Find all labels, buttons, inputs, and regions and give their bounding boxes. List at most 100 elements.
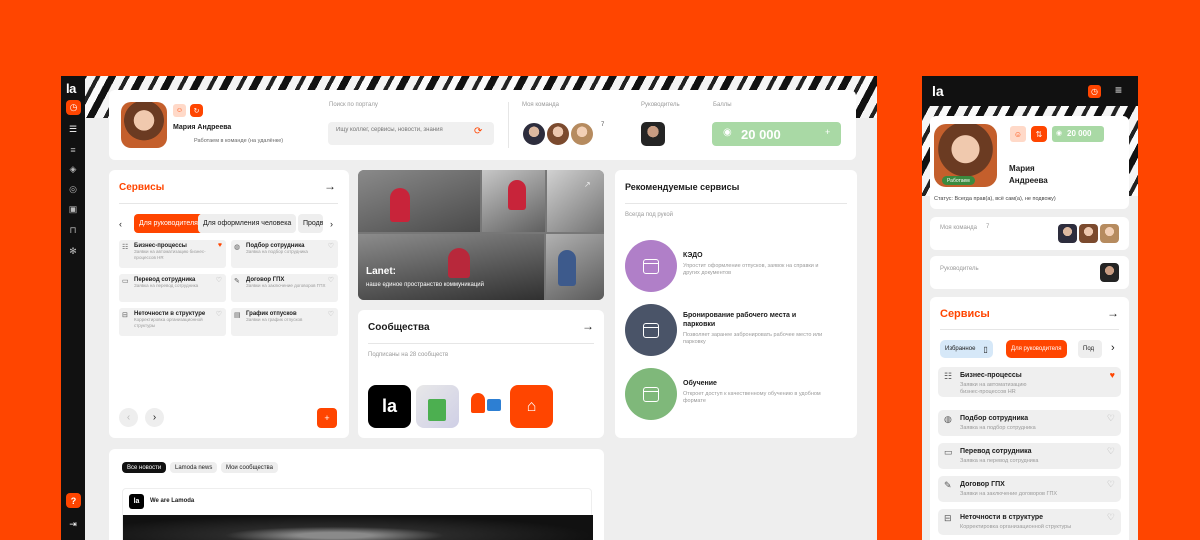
community-illustration-logo[interactable]	[463, 385, 506, 428]
tabs-prev-icon[interactable]: ‹	[119, 219, 122, 229]
learning-calendar-icon[interactable]	[625, 368, 677, 420]
profile-link-icon[interactable]: ↻	[190, 104, 203, 117]
banner-photo-1	[358, 170, 480, 232]
mobile-tab-favorites[interactable]: Избранное ▯	[940, 340, 993, 358]
favorite-outline-icon[interactable]: ♡	[1107, 479, 1115, 490]
lock-icon[interactable]: ⊓	[67, 224, 79, 236]
settings-icon[interactable]: ✻	[67, 245, 79, 257]
page-prev-icon[interactable]: ‹	[119, 408, 138, 427]
communities-arrow-icon[interactable]: →	[582, 319, 594, 333]
favorite-heart-icon[interactable]: ♥	[218, 242, 222, 249]
communities-subtitle: Подписаны на 28 сообществ	[368, 352, 449, 358]
profile-status[interactable]: Работаем в команде (на удалёнке)	[194, 138, 283, 144]
community-home-logo[interactable]: ⌂	[510, 385, 553, 428]
mobile-team-avatar[interactable]	[1079, 224, 1098, 243]
logo[interactable]: la	[66, 81, 76, 96]
mobile-service-row[interactable]: ⊟ ♡ Неточности в структуре Корректировка…	[938, 509, 1121, 535]
add-service-button[interactable]: +	[317, 408, 337, 428]
mobile-services-arrow-icon[interactable]: →	[1107, 306, 1119, 320]
favorite-outline-icon[interactable]: ♡	[328, 242, 334, 250]
mobile-manager-avatar[interactable]	[1100, 263, 1119, 282]
team-avatar-3[interactable]	[569, 121, 595, 147]
favorite-outline-icon[interactable]: ♡	[216, 310, 222, 318]
balance-label: Баллы	[713, 102, 732, 108]
search-input[interactable]	[336, 127, 466, 133]
manager-avatar[interactable]	[641, 122, 665, 146]
team-avatar-1[interactable]	[521, 121, 547, 147]
box-icon[interactable]: ▣	[67, 203, 79, 215]
mobile-tab-manager[interactable]: Для руководителя	[1006, 340, 1067, 358]
community-art-logo[interactable]	[416, 385, 459, 428]
mobile-logo[interactable]: la	[932, 83, 944, 99]
rec-title[interactable]: Обучение	[683, 380, 717, 387]
profile-user-icon[interactable]: ☺	[173, 104, 186, 117]
author-name[interactable]: We are Lamoda	[150, 498, 194, 504]
mobile-service-row[interactable]: ✎ ♡ Договор ГПХ Заявки на заключение дог…	[938, 476, 1121, 502]
mobile-balance-button[interactable]: ◉ 20 000	[1052, 126, 1104, 142]
search-icon[interactable]: ⟳	[474, 126, 482, 137]
tab-all-news[interactable]: Все новости	[122, 462, 167, 473]
mobile-service-row[interactable]: ☷ ♥ Бизнес-процессы Заявки на автоматиза…	[938, 367, 1121, 397]
mobile-service-desc: Корректировка организационной структуры	[960, 524, 1072, 530]
mobile-avatar[interactable]: Работаем	[934, 124, 997, 187]
mobile-manager-card[interactable]: Руководитель	[930, 256, 1129, 289]
favorite-outline-icon[interactable]: ♡	[1107, 446, 1115, 457]
menu-list-icon[interactable]: ☰	[67, 123, 79, 135]
mobile-team-card[interactable]: Моя команда 7	[930, 217, 1129, 250]
expand-icon[interactable]: ↗	[584, 180, 591, 189]
service-tile[interactable]: ⊟ ♡ Неточности в структуре Корректировка…	[119, 308, 226, 336]
favorite-outline-icon[interactable]: ♡	[328, 310, 334, 318]
mobile-service-row[interactable]: ◍ ♡ Подбор сотрудника Заявка на подбор с…	[938, 410, 1121, 436]
page-next-icon[interactable]: ›	[145, 408, 164, 427]
service-tile[interactable]: ✎ ♡ Договор ГПХ Заявки на заключение дог…	[231, 274, 338, 302]
tab-for-manager[interactable]: Для руководителя	[134, 214, 203, 233]
favorite-outline-icon[interactable]: ♡	[328, 276, 334, 284]
rec-desc: Откроет доступ к качественному обучению …	[683, 391, 821, 404]
service-tile[interactable]: ☷ ♥ Бизнес-процессы Заявки на автоматиза…	[119, 240, 226, 268]
help-icon[interactable]: ?	[66, 493, 81, 508]
database-icon[interactable]: ≡	[67, 144, 79, 156]
tabs-next-icon[interactable]: ›	[330, 219, 333, 229]
rec-title[interactable]: КЭДО	[683, 252, 823, 259]
tab-my-communities[interactable]: Мои сообщества	[221, 462, 279, 473]
mobile-home-icon[interactable]: ◷	[1088, 85, 1101, 98]
mobile-status[interactable]: Статус: Всегда прав(а), всё сам(а), не п…	[934, 196, 1056, 202]
booking-calendar-icon[interactable]	[625, 304, 677, 356]
layers-icon[interactable]: ◈	[67, 163, 79, 175]
mobile-user-icon[interactable]: ☺	[1010, 126, 1026, 142]
sidebar-home-icon[interactable]: ◷	[66, 100, 81, 115]
tab-lamoda-news[interactable]: Lamoda news	[170, 462, 218, 473]
avatar[interactable]	[121, 102, 167, 148]
mobile-team-avatar[interactable]	[1058, 224, 1077, 243]
mobile-tabs-next-icon[interactable]: ›	[1111, 342, 1115, 354]
rec-title[interactable]: Бронирование рабочего места и парковки	[683, 311, 823, 329]
divider	[625, 203, 847, 204]
mobile-service-row[interactable]: ▭ ♡ Перевод сотрудника Заявка на перевод…	[938, 443, 1121, 469]
team-avatars[interactable]: 7	[521, 121, 611, 147]
search-field[interactable]: ⟳	[328, 122, 494, 145]
favorite-outline-icon[interactable]: ♡	[1107, 512, 1115, 523]
mobile-transfer-icon[interactable]: ⇅	[1031, 126, 1047, 142]
mobile-team-avatar[interactable]	[1100, 224, 1119, 243]
service-tile[interactable]: ▭ ♡ Перевод сотрудника Заявка на перевод…	[119, 274, 226, 302]
favorite-outline-icon[interactable]: ♡	[1107, 413, 1115, 424]
mobile-tab-more[interactable]: Под	[1078, 340, 1102, 358]
kedo-calendar-icon[interactable]	[625, 240, 677, 292]
tab-promo[interactable]: Продви	[298, 214, 323, 233]
globe-icon[interactable]: ◎	[67, 183, 79, 195]
logout-icon[interactable]: ⇥	[67, 518, 79, 530]
service-desc: Заявки на заключение договоров ГПХ	[246, 283, 326, 288]
service-tile[interactable]: ▤ ♡ График отпусков Заявки на график отп…	[231, 308, 338, 336]
news-post[interactable]: la We are Lamoda	[122, 488, 593, 540]
author-avatar[interactable]: la	[129, 494, 144, 509]
service-tile[interactable]: ◍ ♡ Подбор сотрудника Заявка на подбор с…	[231, 240, 338, 268]
community-lamoda-logo[interactable]: la	[368, 385, 411, 428]
favorite-outline-icon[interactable]: ♡	[216, 276, 222, 284]
lanet-banner[interactable]: ↗ Lanet: наше единое пространство коммун…	[358, 170, 604, 300]
favorite-heart-icon[interactable]: ♥	[1110, 370, 1115, 380]
team-avatar-2[interactable]	[545, 121, 571, 147]
tab-onboarding[interactable]: Для оформления человека	[198, 214, 297, 233]
services-arrow-icon[interactable]: →	[324, 179, 336, 193]
balance-button[interactable]: ◉ 20 000 +	[712, 122, 841, 146]
hamburger-icon[interactable]: ≡	[1115, 83, 1122, 97]
